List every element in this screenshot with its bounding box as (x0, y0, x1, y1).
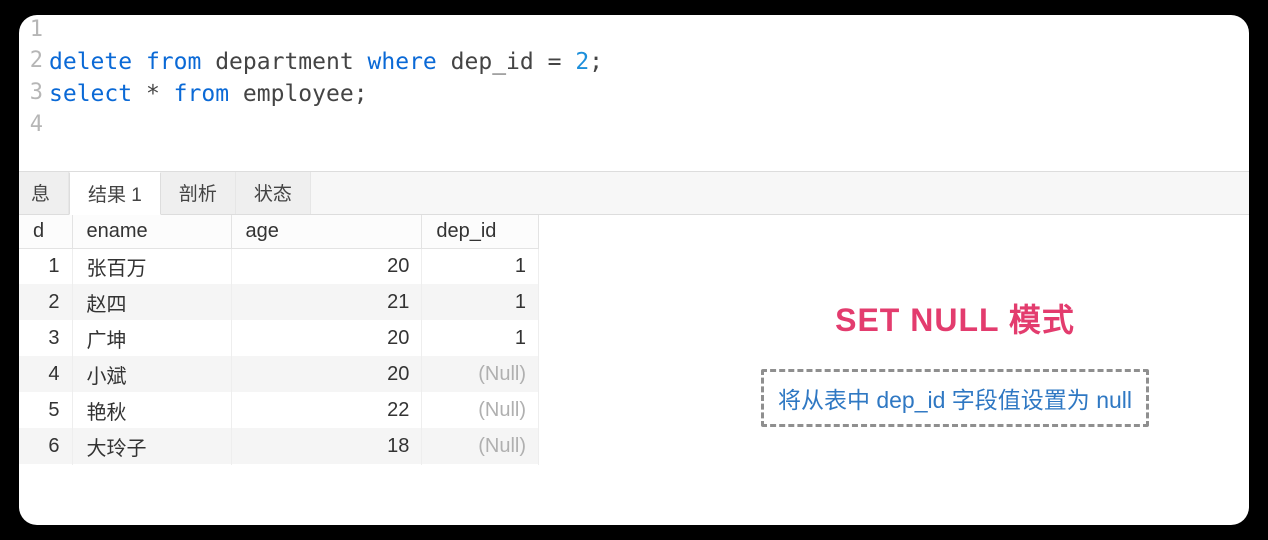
col-header-ename[interactable]: ename (72, 215, 231, 249)
annotation-note: 将从表中 dep_id 字段值设置为 null (761, 369, 1149, 427)
tab-状态[interactable]: 状态 (236, 172, 311, 214)
tab-结果 1[interactable]: 结果 1 (69, 172, 161, 215)
cell-age[interactable]: 20 (231, 356, 422, 392)
col-header-id[interactable]: d (19, 215, 72, 249)
code-content[interactable]: select * from employee; (49, 78, 368, 110)
cell-id[interactable]: 3 (19, 320, 72, 356)
line-number: 1 (19, 15, 49, 46)
cell-id[interactable]: 4 (19, 356, 72, 392)
cell-ename[interactable]: 小斌 (72, 356, 231, 392)
cell-ename[interactable]: 张百万 (72, 248, 231, 284)
code-line[interactable]: 1 (19, 15, 1239, 46)
col-header-age[interactable]: age (231, 215, 422, 249)
cell-id[interactable]: 5 (19, 392, 72, 428)
tab-息[interactable]: 息 (19, 172, 69, 214)
results-table: d ename age dep_id 1张百万2012赵四2113广坤2014小… (19, 215, 539, 465)
table-row[interactable]: 6大玲子18(Null) (19, 428, 539, 464)
cell-age[interactable]: 21 (231, 284, 422, 320)
cell-dep-id[interactable]: (Null) (422, 428, 539, 464)
cell-age[interactable]: 20 (231, 320, 422, 356)
annotation-group: SET NULL 模式 将从表中 dep_id 字段值设置为 null (761, 295, 1149, 427)
cell-age[interactable]: 18 (231, 428, 422, 464)
col-header-dep-id[interactable]: dep_id (422, 215, 539, 249)
tab-剖析[interactable]: 剖析 (161, 172, 236, 214)
cell-age[interactable]: 20 (231, 248, 422, 284)
code-line[interactable]: 3select * from employee; (19, 78, 1239, 110)
app-panel: 12delete from department where dep_id = … (19, 15, 1249, 525)
table-row[interactable]: 2赵四211 (19, 284, 539, 320)
cell-ename[interactable]: 大玲子 (72, 428, 231, 464)
cell-dep-id[interactable]: (Null) (422, 356, 539, 392)
line-number: 2 (19, 46, 49, 78)
cell-dep-id[interactable]: 1 (422, 320, 539, 356)
line-number: 3 (19, 78, 49, 110)
cell-id[interactable]: 6 (19, 428, 72, 464)
sql-editor[interactable]: 12delete from department where dep_id = … (19, 15, 1249, 151)
table-row[interactable]: 5艳秋22(Null) (19, 392, 539, 428)
cell-ename[interactable]: 艳秋 (72, 392, 231, 428)
line-number: 4 (19, 110, 49, 141)
code-line[interactable]: 2delete from department where dep_id = 2… (19, 46, 1239, 78)
table-row[interactable]: 3广坤201 (19, 320, 539, 356)
cell-age[interactable]: 22 (231, 392, 422, 428)
table-row[interactable]: 4小斌20(Null) (19, 356, 539, 392)
code-line[interactable]: 4 (19, 110, 1239, 141)
cell-id[interactable]: 2 (19, 284, 72, 320)
table-row[interactable]: 1张百万201 (19, 248, 539, 284)
cell-dep-id[interactable]: 1 (422, 284, 539, 320)
cell-dep-id[interactable]: (Null) (422, 392, 539, 428)
cell-dep-id[interactable]: 1 (422, 248, 539, 284)
annotation-title: SET NULL 模式 (835, 295, 1075, 341)
cell-ename[interactable]: 赵四 (72, 284, 231, 320)
result-tabs: 息结果 1剖析状态 (19, 171, 1249, 215)
cell-id[interactable]: 1 (19, 248, 72, 284)
code-content[interactable]: delete from department where dep_id = 2; (49, 46, 603, 78)
cell-ename[interactable]: 广坤 (72, 320, 231, 356)
